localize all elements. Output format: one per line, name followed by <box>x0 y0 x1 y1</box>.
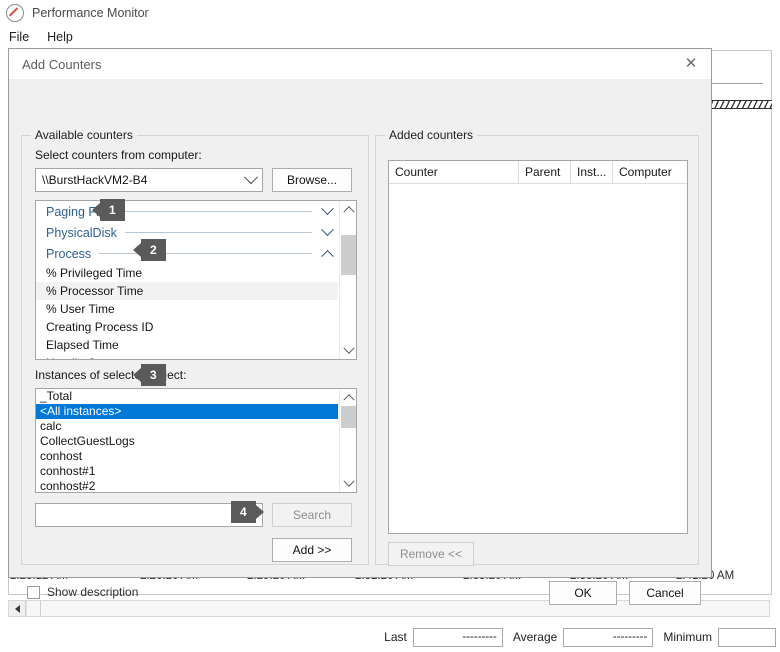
available-counters-title: Available counters <box>31 128 137 142</box>
instance-total[interactable]: _Total <box>36 389 338 404</box>
callout-4: 4 <box>231 501 256 523</box>
stat-minimum-label: Minimum <box>663 630 712 644</box>
add-counters-dialog: Add Counters ✕ Available counters Select… <box>8 48 712 578</box>
added-counters-group: Added counters Counter Parent Inst... Co… <box>375 135 699 565</box>
category-rule <box>117 211 312 212</box>
show-description-label: Show description <box>47 585 138 599</box>
stat-last-value: --------- <box>413 628 503 647</box>
dialog-titlebar: Add Counters ✕ <box>9 49 711 80</box>
callout-2: 2 <box>141 239 166 261</box>
stat-average-value: --------- <box>563 628 653 647</box>
dialog-title: Add Counters <box>22 57 102 72</box>
category-label: Process <box>46 247 91 261</box>
category-rule <box>125 232 312 233</box>
added-counters-table[interactable]: Counter Parent Inst... Computer <box>388 160 688 534</box>
stat-last-label: Last <box>384 630 407 644</box>
search-combobox[interactable] <box>35 503 263 527</box>
status-bar: Last --------- Average --------- Minimum <box>0 622 780 652</box>
app-title: Performance Monitor <box>32 6 149 20</box>
stat-minimum: Minimum <box>663 628 776 647</box>
category-paging-file[interactable]: Paging File <box>36 201 338 222</box>
counters-list-viewport: Paging File PhysicalDisk Process <box>36 201 338 359</box>
chevron-up-icon[interactable] <box>316 249 338 258</box>
chart-legend-strip <box>712 100 772 109</box>
scroll-up-arrow-icon[interactable] <box>340 201 357 217</box>
counter-creating-process-id[interactable]: Creating Process ID <box>36 318 338 336</box>
counter-handle-count[interactable]: Handle Count <box>36 354 338 359</box>
performance-monitor-icon <box>6 4 24 22</box>
instance-calc[interactable]: calc <box>36 419 338 434</box>
stat-last: Last --------- <box>384 628 503 647</box>
show-description-checkbox[interactable]: Show description <box>27 585 138 599</box>
chevron-down-icon[interactable] <box>240 175 262 185</box>
available-counters-group: Available counters Select counters from … <box>21 135 369 565</box>
select-computer-label: Select counters from computer: <box>35 148 202 162</box>
menu-file[interactable]: File <box>0 28 38 46</box>
add-button[interactable]: Add >> <box>272 538 352 562</box>
category-rule <box>99 253 312 254</box>
instance-conhost[interactable]: conhost <box>36 449 338 464</box>
stat-average: Average --------- <box>513 628 653 647</box>
scrollbar-thumb[interactable] <box>341 406 356 428</box>
scrollbar-thumb[interactable] <box>26 601 41 616</box>
dialog-body: Available counters Select counters from … <box>9 79 711 577</box>
stat-minimum-value <box>718 628 776 647</box>
scroll-up-arrow-icon[interactable] <box>340 389 357 405</box>
instances-list-viewport: _Total <All instances> calc CollectGuest… <box>36 389 338 492</box>
search-button[interactable]: Search <box>272 503 352 527</box>
cancel-button[interactable]: Cancel <box>629 581 701 605</box>
stat-average-label: Average <box>513 630 557 644</box>
counter-processor-time[interactable]: % Processor Time <box>36 282 338 300</box>
instance-conhost-1[interactable]: conhost#1 <box>36 464 338 479</box>
close-icon[interactable]: ✕ <box>671 49 711 78</box>
column-header-parent[interactable]: Parent <box>519 161 571 183</box>
added-counters-header: Counter Parent Inst... Computer <box>389 161 687 184</box>
instances-list-scrollbar[interactable] <box>339 389 356 492</box>
column-header-counter[interactable]: Counter <box>389 161 519 183</box>
checkbox-box[interactable] <box>27 586 40 599</box>
added-counters-rows <box>389 183 687 533</box>
instance-all-instances[interactable]: <All instances> <box>36 404 338 419</box>
computer-combobox[interactable]: \\BurstHackVM2-B4 <box>35 168 263 192</box>
instance-conhost-2[interactable]: conhost#2 <box>36 479 338 492</box>
menubar: File Help <box>0 26 780 48</box>
remove-button[interactable]: Remove << <box>388 542 474 566</box>
scroll-down-arrow-icon[interactable] <box>340 343 357 359</box>
category-process[interactable]: Process <box>36 243 338 264</box>
app-titlebar: Performance Monitor <box>0 0 780 26</box>
menu-help[interactable]: Help <box>38 28 82 46</box>
added-counters-title: Added counters <box>385 128 477 142</box>
category-label: PhysicalDisk <box>46 226 117 240</box>
category-physicaldisk[interactable]: PhysicalDisk <box>36 222 338 243</box>
counter-privileged-time[interactable]: % Privileged Time <box>36 264 338 282</box>
ok-button[interactable]: OK <box>549 581 617 605</box>
callout-3: 3 <box>141 364 166 386</box>
counter-elapsed-time[interactable]: Elapsed Time <box>36 336 338 354</box>
computer-combobox-value: \\BurstHackVM2-B4 <box>36 173 240 187</box>
available-counters-list[interactable]: Paging File PhysicalDisk Process <box>35 200 357 360</box>
chevron-down-icon[interactable] <box>316 228 338 237</box>
instance-collectguestlogs[interactable]: CollectGuestLogs <box>36 434 338 449</box>
column-header-computer[interactable]: Computer <box>613 161 687 183</box>
scroll-left-arrow-icon[interactable] <box>9 601 26 616</box>
instances-list[interactable]: _Total <All instances> calc CollectGuest… <box>35 388 357 493</box>
column-header-instance[interactable]: Inst... <box>571 161 613 183</box>
chevron-down-icon[interactable] <box>316 207 338 216</box>
callout-1: 1 <box>100 199 125 221</box>
counter-user-time[interactable]: % User Time <box>36 300 338 318</box>
browse-button[interactable]: Browse... <box>272 168 352 192</box>
scrollbar-thumb[interactable] <box>341 235 356 275</box>
scroll-down-arrow-icon[interactable] <box>340 476 357 492</box>
counters-list-scrollbar[interactable] <box>339 201 356 359</box>
